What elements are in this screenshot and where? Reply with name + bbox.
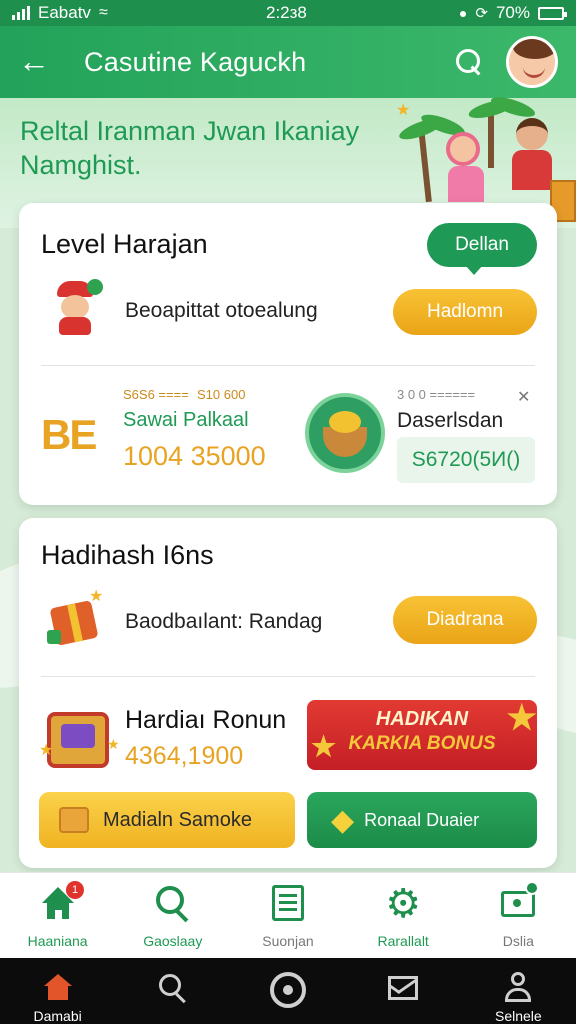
app-bar: ← Casutine Kaguckh (0, 26, 576, 98)
madialn-samoke-label: Madialn Samoke (103, 808, 252, 831)
nav-item-home[interactable]: 1 Haaniana (0, 873, 115, 958)
search-icon (154, 885, 192, 923)
star-icon: ★ (506, 699, 537, 737)
nav-item-messages[interactable]: Dslia (461, 873, 576, 958)
box-icon (59, 807, 89, 833)
brand-logo: BE (41, 411, 97, 458)
level-card: Level Harajan Dellan Beoapittat otoealun… (19, 203, 557, 505)
stat-label: Sawai Palkaal (123, 409, 249, 431)
message-icon (499, 881, 540, 923)
system-profile-label: Selnele (494, 1008, 542, 1024)
gem-icon: ◆ (331, 803, 355, 837)
sync-icon: ⟳ (475, 5, 488, 22)
stat-value: 1004 35000 (123, 441, 266, 471)
bonus-title: Hardiaı Ronun (125, 706, 287, 734)
prize-bowl-icon (305, 393, 385, 473)
treasure-chest-icon: ★ ★ (39, 702, 120, 772)
ronaal-duaier-label: Ronaal Duaier (364, 809, 480, 830)
hero-text: Reltal Iranman Jwan Ikaniay Namghist. (20, 116, 360, 180)
alarm-icon: ● (458, 5, 468, 21)
system-home-button[interactable]: Damabi (8, 972, 108, 1024)
mail-icon (387, 972, 419, 1004)
small-label: 3 0 0 ====== (397, 387, 476, 402)
madialn-samoke-button[interactable]: Madialn Samoke (39, 792, 295, 848)
banner-line-1: HADIKAN (375, 708, 469, 730)
nav-label-search: Gaoslaay (143, 933, 203, 949)
nav-label-list: Suonjan (262, 933, 314, 949)
small-label: S6S6 ==== (123, 387, 189, 402)
nav-item-settings[interactable]: ⚙ Rarallalt (346, 873, 461, 958)
wifi-icon: ≈ (98, 4, 108, 21)
search-icon (157, 972, 189, 1004)
level-row-button[interactable]: Hadlomn (393, 289, 537, 335)
system-search-button[interactable] (123, 972, 223, 1004)
mascot-icon (53, 279, 103, 337)
carrier-label: Eabatv (38, 3, 91, 22)
gift-box-icon: ★ (47, 588, 107, 646)
avatar[interactable] (506, 36, 558, 88)
level-card-title: Level Harajan (41, 229, 208, 259)
signal-icon (12, 6, 30, 20)
system-nav-bar: Damabi Selnele (0, 958, 576, 1024)
level-bubble-button[interactable]: Dellan (427, 223, 537, 267)
bonus-card-title: Hadihash I6ns (41, 540, 214, 570)
right-label: Daserlsdan (397, 409, 504, 432)
bonus-card: Hadihash I6ns ★ Baodbaılant: Randag Diad… (19, 518, 557, 868)
status-bar: Eabatv ≈ 2:2з8 ● ⟳ 70% (0, 0, 576, 26)
banner-line-2: KARKIA BONUS (348, 733, 496, 754)
list-icon (269, 885, 307, 923)
nav-item-search[interactable]: Gaoslaay (115, 873, 230, 958)
bottom-nav: 1 Haaniana Gaoslaay Suonjan ⚙ Rarallalt … (0, 872, 576, 958)
home-icon (42, 972, 74, 1004)
page-title: Casutine Kaguckh (84, 46, 307, 77)
system-record-button[interactable] (238, 972, 338, 1008)
nav-badge: 1 (66, 881, 85, 899)
ronaal-duaier-button[interactable]: ◆ Ronaal Duaier (307, 792, 537, 848)
nav-label-messages: Dslia (502, 933, 534, 949)
nav-label-home: Haaniana (27, 933, 88, 949)
close-icon[interactable]: ✕ (517, 387, 530, 407)
small-label: S10 600 (197, 387, 246, 402)
system-profile-button[interactable]: Selnele (468, 972, 568, 1024)
karkia-bonus-banner[interactable]: HADIKAN KARKIA BONUS ★ ★ (307, 699, 537, 770)
search-icon[interactable] (454, 47, 484, 77)
bonus-value: 4364,1900 (125, 742, 244, 770)
bonus-row-button[interactable]: Diadrana (393, 596, 537, 644)
level-row-text: Beoapittat otoealung (125, 299, 318, 322)
back-arrow-icon[interactable]: ← (18, 45, 50, 78)
record-icon (269, 972, 306, 1008)
clock: 2:2з8 (266, 3, 307, 22)
star-icon: ★ (311, 731, 337, 762)
bubble-tail (465, 265, 483, 275)
right-value-box: S6720(5И() (397, 437, 535, 483)
nav-item-list[interactable]: Suonjan (230, 873, 345, 958)
system-mail-button[interactable] (353, 972, 453, 1004)
battery-icon (538, 6, 567, 20)
battery-percent: 70% (495, 3, 530, 22)
gear-icon: ⚙ (385, 882, 422, 926)
bonus-row-text: Baodbaılant: Randag (125, 610, 323, 633)
person-icon (502, 972, 534, 1004)
nav-label-settings: Rarallalt (377, 933, 429, 949)
system-home-label: Damabi (33, 1008, 82, 1024)
